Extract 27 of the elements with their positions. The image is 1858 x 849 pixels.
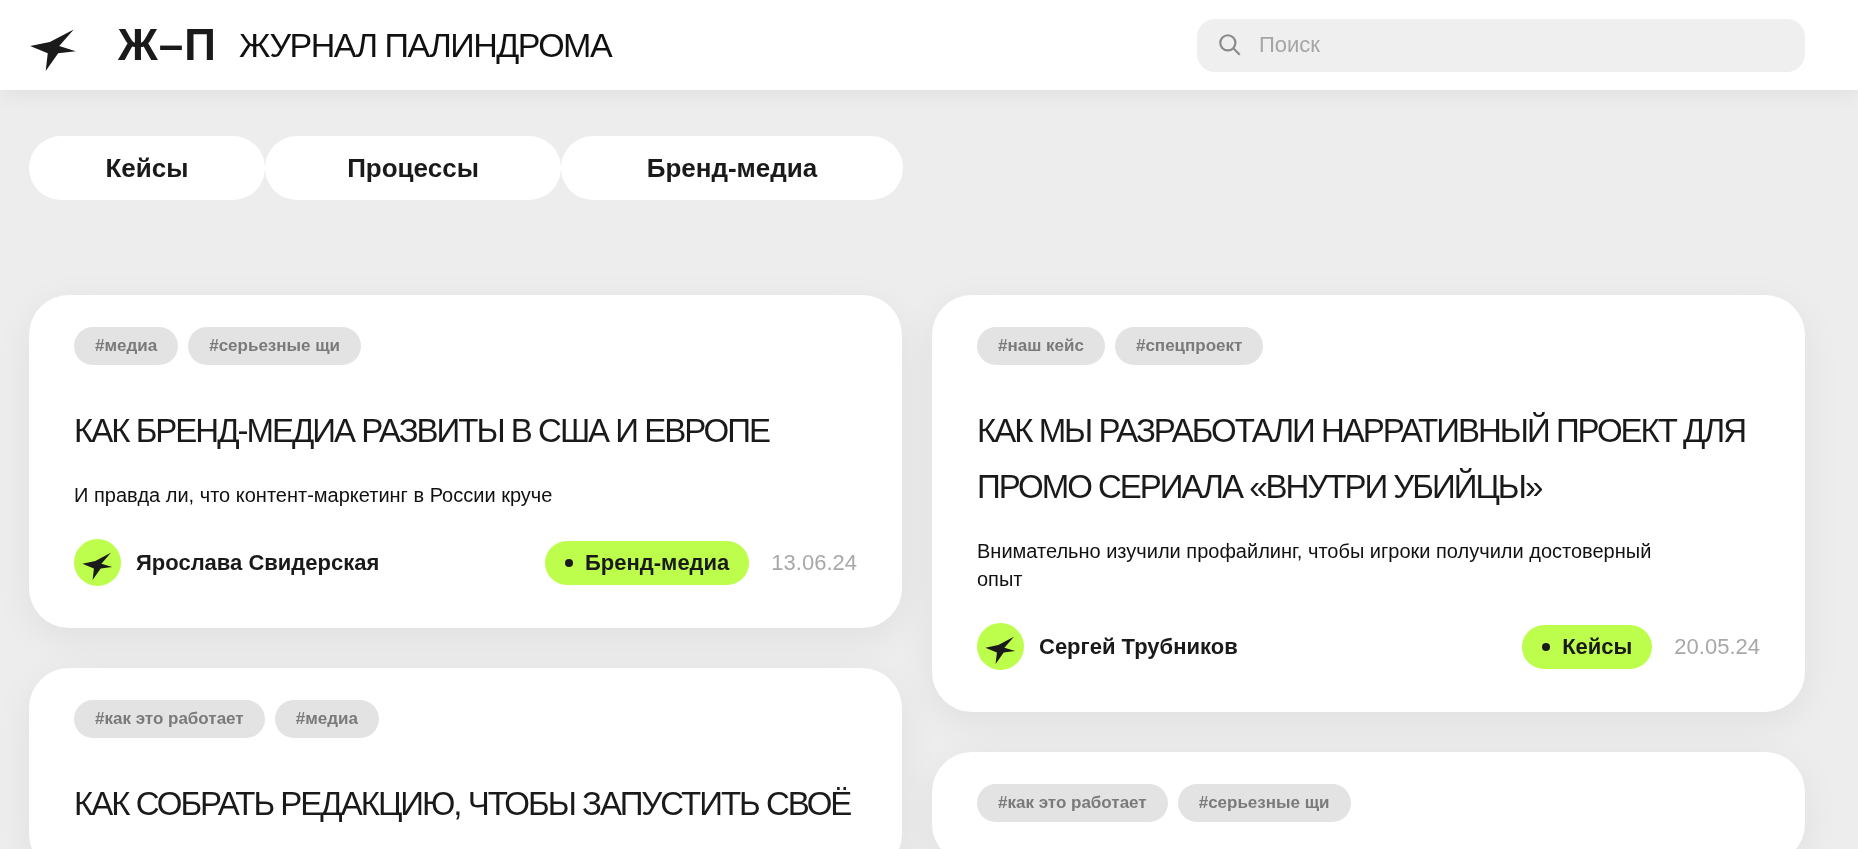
article-title[interactable]: КАК БРЕНД-МЕДИА РАЗВИТЫ В США И ЕВРОПЕ bbox=[74, 403, 857, 459]
article-card[interactable]: #как это работает #медиа КАК СОБРАТЬ РЕДАКЦИЮ, ЧТОБЫ ЗАПУСТИТЬ СВОЁ bbox=[29, 668, 902, 849]
article-card[interactable]: #медиа #серьезные щи КАК БРЕНД-МЕДИА РАЗВИТЫ В США И ЕВРОПЕ И правда ли, что контент-маркетинг в России круче Ярослава Свидерская Бренд-медиа 13.06.24 bbox=[29, 295, 902, 628]
article-date: 13.06.24 bbox=[771, 549, 857, 577]
avatar-icon bbox=[74, 539, 121, 586]
article-date: 20.05.24 bbox=[1674, 633, 1760, 661]
author-name: Ярослава Свидерская bbox=[136, 549, 380, 577]
article-card[interactable]: #наш кейс #спецпроект КАК МЫ РАЗРАБОТАЛИ НАРРАТИВНЫЙ ПРОЕКТ ДЛЯ ПРОМО СЕРИАЛА «ВНУТРИ УБИЙЦЫ» Внимательно изучили профайлинг, чтобы игроки получили достоверный опыт Сергей Трубников Кейсы 20.05.24 bbox=[932, 295, 1805, 712]
category-label: Бренд-медиа bbox=[585, 549, 730, 577]
category-tab[interactable]: Процессы bbox=[265, 136, 561, 200]
bullet-icon bbox=[1542, 642, 1551, 651]
search-field[interactable]: Поиск bbox=[1197, 18, 1805, 72]
avatar-icon bbox=[977, 623, 1024, 670]
site-title: ЖУРНАЛ ПАЛИНДРОМА bbox=[238, 28, 612, 62]
category-tab[interactable]: Бренд-медиа bbox=[561, 136, 903, 200]
article-subtitle: И правда ли, что контент-маркетинг в России круче bbox=[74, 483, 554, 508]
article-title[interactable]: КАК МЫ РАЗРАБОТАЛИ НАРРАТИВНЫЙ ПРОЕКТ ДЛЯ ПРОМО СЕРИАЛА «ВНУТРИ УБИЙЦЫ» bbox=[977, 403, 1760, 515]
category-badge[interactable]: Бренд-медиа bbox=[545, 540, 750, 585]
category-label: Кейсы bbox=[1562, 633, 1633, 661]
logo-mark[interactable]: Ж–П bbox=[118, 23, 217, 67]
author-name: Сергей Трубников bbox=[1039, 633, 1238, 661]
search-icon bbox=[1217, 31, 1243, 58]
category-badge[interactable]: Кейсы bbox=[1522, 624, 1653, 669]
article-subtitle: Внимательно изучили профайлинг, чтобы игроки получили достоверный опыт bbox=[977, 539, 1653, 592]
article-title[interactable]: КАК СОБРАТЬ РЕДАКЦИЮ, ЧТОБЫ ЗАПУСТИТЬ СВОЁ bbox=[74, 776, 857, 832]
category-tab[interactable]: Кейсы bbox=[29, 136, 265, 200]
bullet-icon bbox=[565, 558, 574, 567]
